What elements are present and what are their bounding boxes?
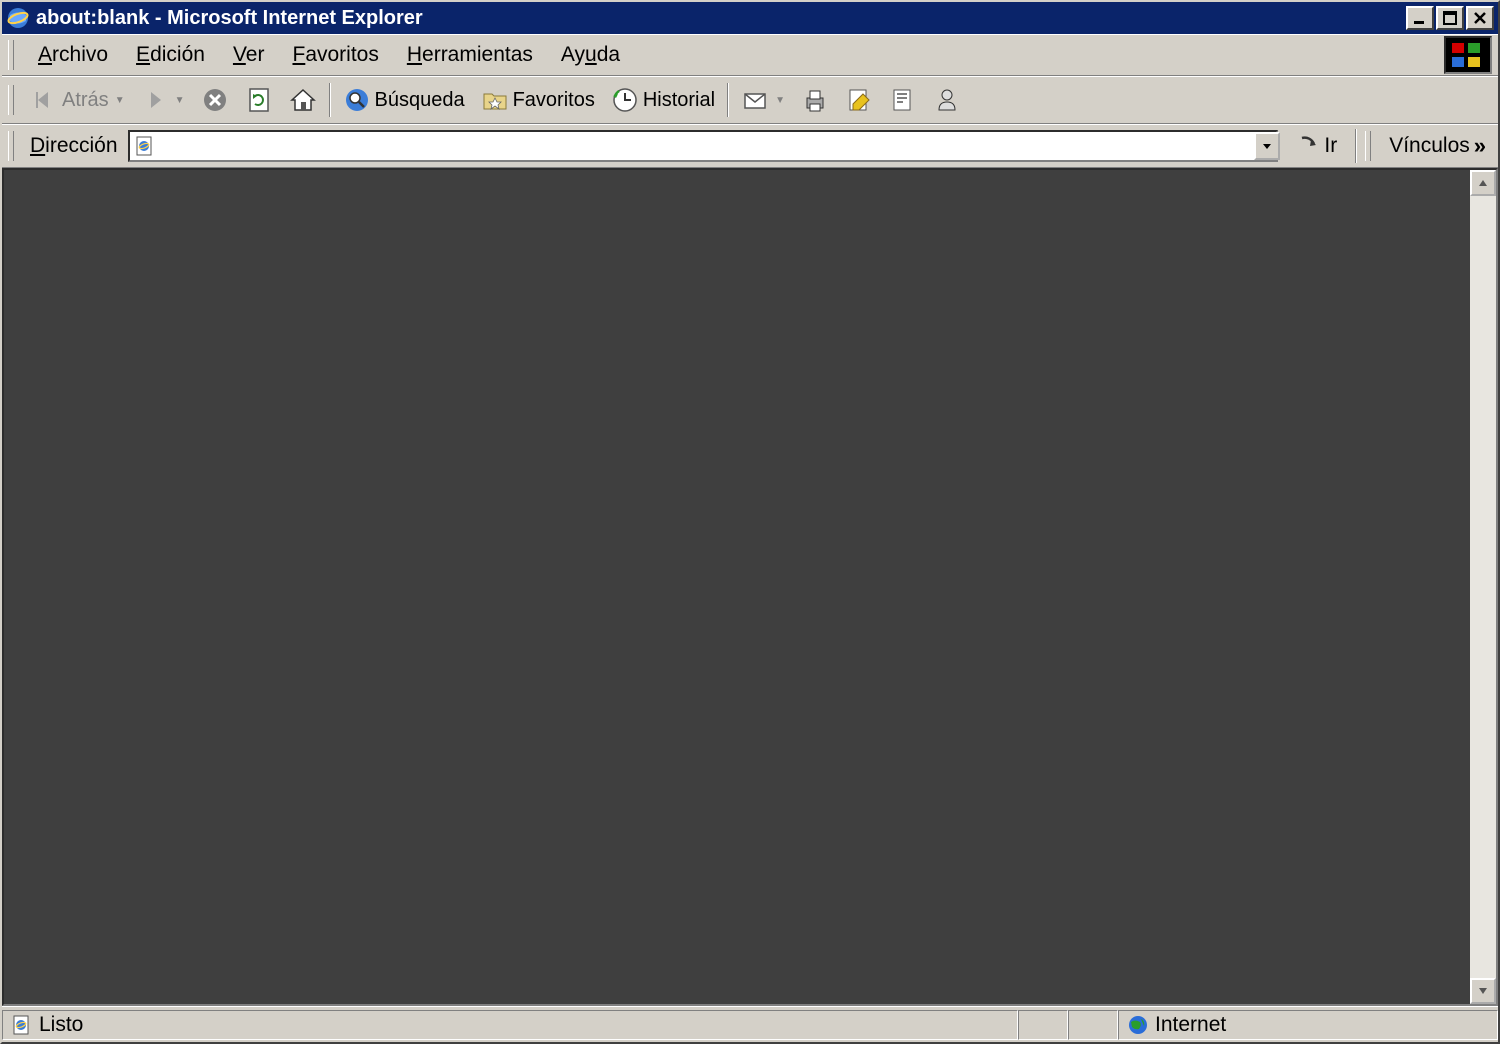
favorites-folder-icon	[481, 86, 509, 114]
mail-button[interactable]: ▼	[735, 82, 791, 118]
refresh-button[interactable]	[239, 82, 279, 118]
forward-arrow-icon	[141, 86, 169, 114]
go-button[interactable]: Ir	[1286, 134, 1347, 158]
toolbar: Atrás ▼ ▼ Búsqueda Favoritos Historial ▼	[2, 76, 1498, 124]
favorites-label: Favoritos	[513, 89, 595, 112]
toolbar-separator	[727, 83, 729, 117]
statusbar: Listo Internet	[2, 1006, 1498, 1042]
menu-archivo[interactable]: Archivo	[30, 39, 116, 71]
status-ready-pane: Listo	[2, 1010, 1018, 1040]
stop-icon	[201, 86, 229, 114]
back-arrow-icon	[30, 86, 58, 114]
menu-ayuda[interactable]: Ayuda	[553, 39, 628, 71]
discuss-icon	[889, 86, 917, 114]
menubar: Archivo Edición Ver Favoritos Herramient…	[2, 34, 1498, 76]
close-button[interactable]	[1466, 6, 1494, 30]
page-icon	[11, 1014, 33, 1036]
toolbar-separator	[1355, 129, 1357, 163]
status-pane-spacer-2	[1068, 1010, 1118, 1040]
favorites-button[interactable]: Favoritos	[475, 82, 601, 118]
menu-herramientas[interactable]: Herramientas	[399, 39, 541, 71]
print-icon	[801, 86, 829, 114]
page-viewport[interactable]	[4, 170, 1470, 1004]
menu-favoritos[interactable]: Favoritos	[284, 39, 386, 71]
menu-edicion[interactable]: Edición	[128, 39, 213, 71]
stop-button[interactable]	[195, 82, 235, 118]
chevron-right-icon: »	[1474, 133, 1486, 159]
print-button[interactable]	[795, 82, 835, 118]
edit-button[interactable]	[839, 82, 879, 118]
toolbar-grip-3[interactable]	[8, 131, 14, 161]
links-label: Vínculos	[1389, 134, 1470, 158]
address-dropdown-button[interactable]	[1254, 132, 1280, 160]
address-input[interactable]	[160, 136, 1273, 157]
discuss-button[interactable]	[883, 82, 923, 118]
toolbar-grip-2[interactable]	[8, 85, 14, 115]
titlebar: about:blank - Microsoft Internet Explore…	[2, 2, 1498, 34]
globe-icon	[1127, 1014, 1149, 1036]
throbber-icon	[1444, 36, 1492, 74]
history-icon	[611, 86, 639, 114]
back-button[interactable]: Atrás ▼	[24, 82, 131, 118]
search-label: Búsqueda	[375, 89, 465, 112]
home-icon	[289, 86, 317, 114]
back-label: Atrás	[62, 89, 109, 112]
content-area	[2, 168, 1498, 1006]
ie-app-icon	[6, 6, 30, 30]
chevron-down-icon: ▼	[175, 95, 185, 106]
history-label: Historial	[643, 89, 715, 112]
messenger-button[interactable]	[927, 82, 967, 118]
search-button[interactable]: Búsqueda	[337, 82, 471, 118]
links-button[interactable]: Vínculos »	[1383, 133, 1492, 159]
history-button[interactable]: Historial	[605, 82, 721, 118]
messenger-icon	[933, 86, 961, 114]
edit-icon	[845, 86, 873, 114]
toolbar-grip[interactable]	[8, 40, 14, 70]
addressbar: Dirección Ir Vínculos »	[2, 124, 1498, 168]
mail-icon	[741, 86, 769, 114]
menu-ver[interactable]: Ver	[225, 39, 273, 71]
scroll-down-button[interactable]	[1470, 978, 1496, 1004]
go-label: Ir	[1324, 134, 1337, 158]
go-arrow-icon	[1296, 134, 1320, 158]
toolbar-grip-4[interactable]	[1365, 131, 1371, 161]
zone-text: Internet	[1155, 1013, 1226, 1037]
refresh-icon	[245, 86, 273, 114]
window-controls	[1406, 6, 1494, 30]
window-title: about:blank - Microsoft Internet Explore…	[36, 7, 1406, 30]
search-icon	[343, 86, 371, 114]
scroll-track[interactable]	[1470, 196, 1496, 978]
chevron-down-icon: ▼	[775, 95, 785, 106]
toolbar-separator	[329, 83, 331, 117]
minimize-button[interactable]	[1406, 6, 1434, 30]
maximize-button[interactable]	[1436, 6, 1464, 30]
home-button[interactable]	[283, 82, 323, 118]
status-pane-spacer-1	[1018, 1010, 1068, 1040]
page-icon	[134, 135, 156, 157]
status-text: Listo	[39, 1013, 83, 1037]
scroll-up-button[interactable]	[1470, 170, 1496, 196]
address-combo[interactable]	[128, 130, 1279, 162]
vertical-scrollbar[interactable]	[1470, 170, 1496, 1004]
chevron-down-icon: ▼	[115, 95, 125, 106]
forward-button[interactable]: ▼	[135, 82, 191, 118]
security-zone-pane: Internet	[1118, 1010, 1498, 1040]
address-label: Dirección	[26, 134, 122, 158]
